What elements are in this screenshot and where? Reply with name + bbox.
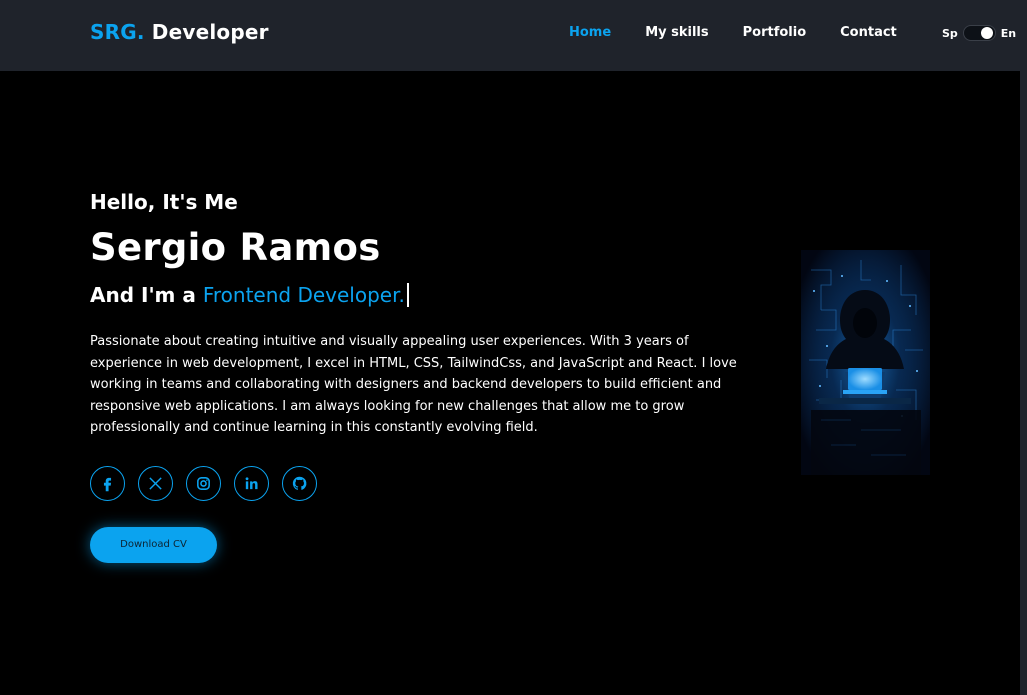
facebook-icon (103, 477, 112, 491)
download-cv-button[interactable]: Download CV (90, 526, 217, 563)
main-nav: Home My skills Portfolio Contact (569, 25, 931, 40)
role-highlight: Frontend Developer. (202, 283, 405, 307)
hero-greeting: Hello, It's Me (90, 190, 238, 214)
instagram-icon (197, 476, 210, 490)
nav-contact[interactable]: Contact (840, 25, 897, 40)
role-prefix: And I'm a (90, 283, 203, 307)
scrollbar-track[interactable] (1020, 0, 1027, 695)
logo-accent: SRG. (90, 20, 145, 44)
x-icon (149, 476, 162, 490)
logo-text: Developer (144, 20, 269, 44)
nav-home[interactable]: Home (569, 25, 611, 40)
nav-portfolio[interactable]: Portfolio (743, 25, 807, 40)
facebook-link[interactable] (90, 465, 125, 501)
x-twitter-link[interactable] (138, 465, 173, 501)
hero-name: Sergio Ramos (90, 226, 381, 269)
site-logo[interactable]: SRG. Developer (90, 20, 269, 44)
instagram-link[interactable] (186, 465, 221, 501)
language-switcher: Sp En (942, 25, 1016, 41)
linkedin-link[interactable] (234, 465, 269, 501)
typing-caret (406, 283, 409, 307)
hacker-illustration (801, 250, 930, 475)
social-links (90, 465, 770, 501)
github-icon (292, 476, 307, 490)
lang-english-label: En (1000, 26, 1017, 40)
hero-role: And I'm a Frontend Developer. (90, 283, 770, 307)
linkedin-icon (245, 476, 258, 489)
top-navbar: SRG. Developer Home My skills Portfolio … (0, 0, 1020, 71)
hero-bio: Passionate about creating intuitive and … (90, 334, 737, 435)
github-link[interactable] (282, 465, 317, 501)
language-toggle[interactable] (962, 25, 996, 41)
lang-spanish-label: Sp (942, 26, 958, 40)
nav-my-skills[interactable]: My skills (645, 25, 708, 40)
hero-section: Hello, It's Me Sergio Ramos And I'm a Fr… (90, 190, 770, 563)
toggle-knob (980, 27, 993, 39)
